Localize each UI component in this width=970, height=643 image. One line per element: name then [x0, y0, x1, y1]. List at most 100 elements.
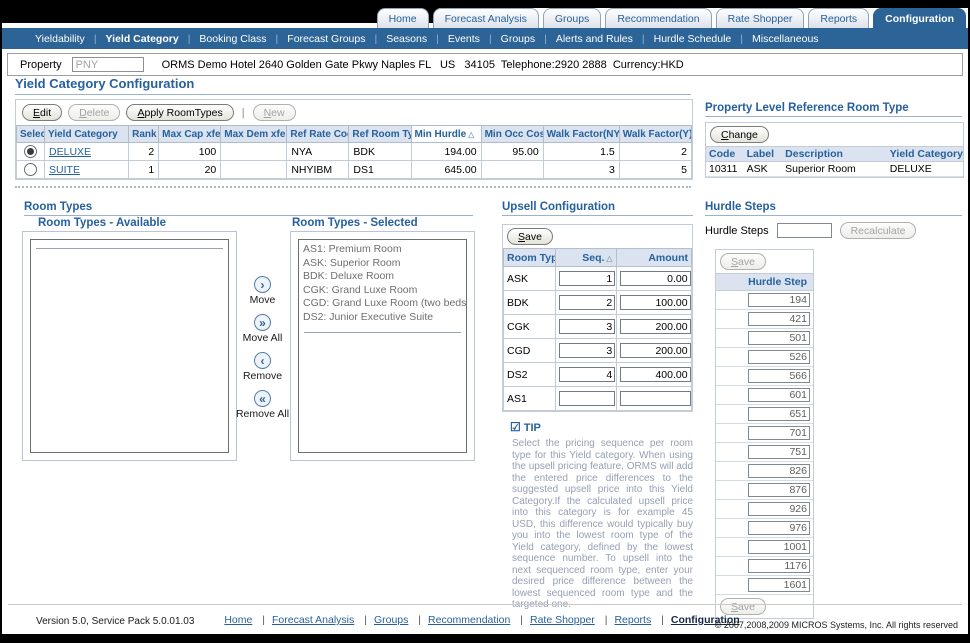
seq-input[interactable] — [559, 319, 615, 334]
hurdle-step-row — [716, 367, 813, 386]
hurdle-step-input[interactable] — [748, 369, 810, 383]
cell-room-type: BDK — [504, 291, 556, 315]
shuttle-button[interactable]: « — [254, 390, 271, 407]
seq-input[interactable] — [559, 343, 615, 358]
subnav-item[interactable]: Miscellaneous — [731, 33, 818, 45]
yield-category-link[interactable]: DELUXE — [49, 146, 91, 158]
hurdle-step-input[interactable] — [748, 407, 810, 421]
seq-input[interactable] — [559, 271, 615, 286]
main-tab[interactable]: Home — [377, 8, 429, 28]
apply-roomtypes-button[interactable]: Apply RoomTypes — [126, 104, 233, 121]
hurdle-step-row — [716, 329, 813, 348]
hurdle-step-input[interactable] — [748, 293, 810, 307]
footer-link[interactable]: Recommendation — [428, 614, 510, 626]
subnav-item[interactable]: Forecast Groups — [267, 33, 366, 45]
amount-input[interactable] — [620, 391, 691, 406]
amount-input[interactable] — [620, 295, 691, 310]
hurdle-step-input[interactable] — [748, 464, 810, 478]
footer-link[interactable]: Groups — [374, 614, 408, 626]
seq-input[interactable] — [559, 295, 615, 310]
col-min-occ-cost[interactable]: Min Occ Cost — [481, 126, 543, 143]
change-button[interactable]: Change — [710, 126, 769, 143]
hurdle-step-input[interactable] — [748, 578, 810, 592]
seq-input[interactable] — [559, 391, 615, 406]
col-max-cap-xfer[interactable]: Max Cap xfer — [159, 126, 221, 143]
footer-link[interactable]: Reports — [614, 614, 651, 626]
hurdle-step-input[interactable] — [748, 483, 810, 497]
amount-input[interactable] — [620, 367, 691, 382]
hurdle-step-input[interactable] — [748, 502, 810, 516]
col-max-dem-xfer[interactable]: Max Dem xfer — [221, 126, 287, 143]
hurdle-step-input[interactable] — [748, 559, 810, 573]
footer-link[interactable]: Rate Shopper — [530, 614, 595, 626]
hurdle-step-input[interactable] — [748, 331, 810, 345]
main-tab[interactable]: Configuration — [873, 8, 966, 28]
page-title: Yield Category Configuration — [15, 76, 691, 95]
main-tab[interactable]: Forecast Analysis — [433, 8, 539, 28]
amount-input[interactable] — [620, 343, 691, 358]
footer-link[interactable]: Forecast Analysis — [272, 614, 354, 626]
main-tab[interactable]: Rate Shopper — [716, 8, 805, 28]
hurdle-step-input[interactable] — [748, 350, 810, 364]
selected-room-type-option[interactable]: BDK: Deluxe Room — [299, 270, 466, 284]
hurdle-step-input[interactable] — [748, 521, 810, 535]
hurdle-step-row — [716, 386, 813, 405]
col-walk-factor-y[interactable]: Walk Factor(Y) — [619, 126, 691, 143]
footer-link[interactable]: Home — [224, 614, 252, 626]
room-types-available-listbox[interactable] — [30, 239, 229, 453]
subnav-item[interactable]: Alerts and Rules — [535, 33, 633, 45]
col-yield-category[interactable]: Yield Category — [45, 126, 129, 143]
select-radio[interactable] — [24, 145, 37, 158]
selected-room-type-option[interactable]: CGD: Grand Luxe Room (two beds) — [299, 297, 466, 311]
selected-room-type-option[interactable]: AS1: Premium Room — [299, 243, 466, 257]
selected-room-type-option[interactable]: CGK: Grand Luxe Room — [299, 284, 466, 298]
yield-category-link[interactable]: SUITE — [49, 164, 80, 176]
cell-walk-factor-y: 2 — [619, 143, 691, 161]
hurdle-step-input[interactable] — [748, 445, 810, 459]
col-ref-rate-code[interactable]: Ref Rate Code — [287, 126, 349, 143]
shuttle-button[interactable]: ‹ — [254, 352, 271, 369]
col-min-hurdle-sorted[interactable]: Min Hurdle△ — [411, 126, 481, 143]
hurdle-step-input[interactable] — [748, 312, 810, 326]
property-input[interactable] — [72, 57, 144, 72]
table-end-dotted-line — [15, 186, 691, 188]
main-tab[interactable]: Reports — [808, 8, 869, 28]
cell-rank: 1 — [129, 161, 159, 179]
hurdle-save-button-top: Save — [720, 253, 766, 270]
hurdle-step-column-header: Hurdle Step — [716, 273, 813, 291]
main-tab[interactable]: Groups — [543, 8, 601, 28]
col-walk-factor-ny[interactable]: Walk Factor(NY) — [543, 126, 619, 143]
hurdle-step-input[interactable] — [748, 388, 810, 402]
cell-yield-category: DELUXE — [887, 162, 963, 177]
hurdle-step-input[interactable] — [748, 426, 810, 440]
upsell-save-button[interactable]: Save — [507, 228, 553, 245]
amount-input[interactable] — [620, 271, 691, 286]
subnav-item[interactable]: Events — [427, 33, 480, 45]
edit-button[interactable]: Edit — [22, 104, 62, 121]
hurdle-step-row — [716, 519, 813, 538]
subnav-item[interactable]: Groups — [480, 33, 535, 45]
shuttle-button-label: Remove All — [235, 408, 290, 420]
subnav-item[interactable]: Booking Class — [179, 33, 267, 45]
main-tab[interactable]: Recommendation — [605, 8, 711, 28]
room-types-selected-listbox[interactable]: AS1: Premium RoomASK: Superior RoomBDK: … — [298, 239, 467, 453]
selected-room-type-option[interactable]: ASK: Superior Room — [299, 257, 466, 271]
selected-room-type-option[interactable]: DS2: Junior Executive Suite — [299, 311, 466, 325]
seq-input[interactable] — [559, 367, 615, 382]
cell-ref-room-type: BDK — [349, 143, 411, 161]
select-radio[interactable] — [24, 163, 37, 176]
upsell-row: ASK — [504, 267, 692, 291]
col-ref-room-type[interactable]: Ref Room Type — [349, 126, 411, 143]
subnav-item[interactable]: Hurdle Schedule — [633, 33, 731, 45]
col-rank[interactable]: Rank — [129, 126, 159, 143]
subnav-item[interactable]: Yieldability — [35, 33, 85, 45]
shuttle-button[interactable]: » — [254, 314, 271, 331]
subnav-item[interactable]: Seasons — [365, 33, 427, 45]
col-seq[interactable]: Seq.△ — [556, 249, 616, 267]
hurdle-step-row — [716, 557, 813, 576]
amount-input[interactable] — [620, 319, 691, 334]
shuttle-button[interactable]: › — [254, 276, 271, 293]
subnav-item[interactable]: Yield Category — [85, 33, 179, 45]
hurdle-step-input[interactable] — [748, 540, 810, 554]
hurdle-steps-count-input[interactable] — [777, 223, 832, 238]
